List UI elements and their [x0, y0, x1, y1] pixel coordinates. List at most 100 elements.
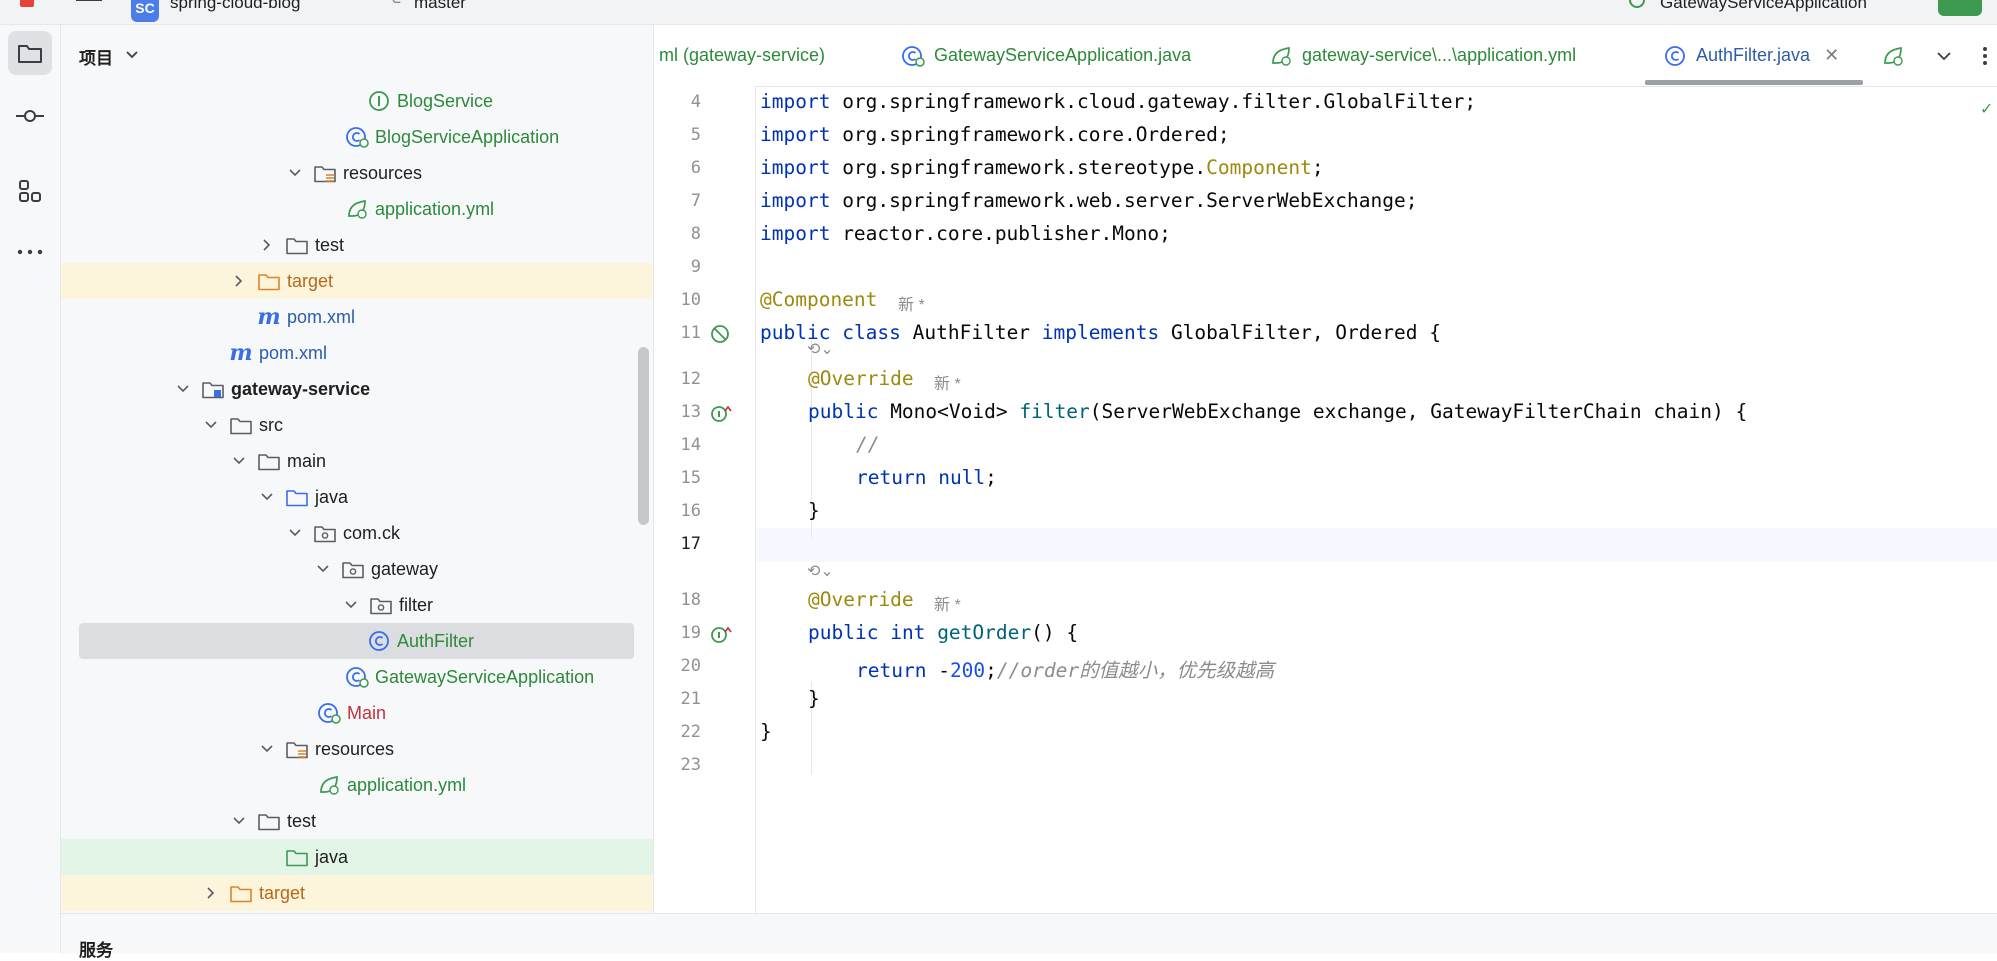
- chevron-right-icon[interactable]: [203, 885, 219, 901]
- tree-item-label: com.ck: [343, 522, 401, 543]
- code-text: org.springframework.stereotype.: [830, 156, 1207, 179]
- close-icon[interactable]: ✕: [1824, 45, 1839, 66]
- project-badge[interactable]: SC: [131, 0, 159, 22]
- code-area[interactable]: import org.springframework.cloud.gateway…: [755, 86, 1997, 913]
- tree-item-resources[interactable]: resources: [61, 155, 653, 191]
- chevron-down-icon[interactable]: [259, 741, 275, 757]
- chevron-right-icon[interactable]: [231, 273, 247, 289]
- keyword: import: [760, 222, 831, 245]
- tree-item-target[interactable]: target: [61, 263, 653, 299]
- tree-item-com-ck[interactable]: com.ck: [61, 515, 653, 551]
- chevron-down-icon[interactable]: [231, 813, 247, 829]
- project-panel-scrollbar[interactable]: [638, 347, 649, 525]
- tree-item-pom-xml[interactable]: m pom.xml: [61, 335, 653, 371]
- line-number: 6: [690, 158, 701, 178]
- chevron-down-icon[interactable]: [315, 561, 331, 577]
- project-tool-button[interactable]: [8, 31, 52, 75]
- tree-item-label: resources: [315, 738, 395, 759]
- main-menu-icon[interactable]: [76, 0, 102, 14]
- tab-label: GatewayServiceApplication.java: [934, 45, 1192, 65]
- tree-item-application-yml[interactable]: application.yml: [61, 767, 653, 803]
- author-inlay-hint[interactable]: 新 *: [898, 291, 925, 315]
- code-line-12: @Override: [808, 367, 914, 390]
- tree-item-pom-xml[interactable]: m pom.xml: [61, 299, 653, 335]
- tree-item-blogservice[interactable]: BlogService: [61, 83, 653, 119]
- tree-item-gateway-service[interactable]: gateway-service: [61, 371, 653, 407]
- keyword: public: [808, 621, 879, 644]
- keyword: import: [760, 123, 831, 146]
- tree-item-label: pom.xml: [259, 342, 328, 363]
- tree-item-resources[interactable]: resources: [61, 731, 653, 767]
- interface-icon: [367, 90, 391, 112]
- code-vision-icon[interactable]: ⟲⌄: [807, 339, 834, 359]
- code-line-20: return -200;//order的值越小，优先级越高: [856, 654, 1274, 683]
- more-tool-button[interactable]: [8, 230, 52, 274]
- author-inlay-hint[interactable]: 新 *: [934, 591, 961, 615]
- code-text: ;: [985, 466, 997, 489]
- chevron-down-icon[interactable]: [203, 417, 219, 433]
- blue-folder-icon: [285, 486, 309, 508]
- chevron-down-icon[interactable]: [175, 381, 191, 397]
- implements-method-icon[interactable]: [710, 403, 732, 430]
- branch-name[interactable]: master: [414, 0, 466, 13]
- author-inlay-hint[interactable]: 新 *: [934, 370, 961, 394]
- tree-item-target[interactable]: target: [61, 875, 653, 911]
- tree-item-test[interactable]: test: [61, 803, 653, 839]
- tree-item-test[interactable]: test: [61, 227, 653, 263]
- resources-folder-icon: [285, 738, 309, 760]
- services-panel-title[interactable]: 服务: [79, 936, 113, 961]
- tab-list-chevron-down-icon[interactable]: [1936, 25, 1952, 86]
- run-configuration-selector[interactable]: GatewayServiceApplication: [1660, 0, 1867, 13]
- tab-gateway-service-application[interactable]: GatewayServiceApplication.java: [900, 25, 1191, 86]
- tree-item-gateway[interactable]: gateway: [61, 551, 653, 587]
- tree-item-java[interactable]: java: [61, 839, 653, 875]
- tab-gateway-pom[interactable]: ml (gateway-service): [659, 25, 825, 86]
- commit-tool-button[interactable]: [8, 94, 52, 138]
- code-line-5: import org.springframework.core.Ordered;: [760, 123, 1230, 146]
- more-icon: [17, 249, 43, 255]
- tree-item-blogserviceapplication[interactable]: BlogServiceApplication: [61, 119, 653, 155]
- code-vision-icon[interactable]: ⟲⌄: [807, 561, 834, 581]
- spring-class-icon: [345, 666, 369, 688]
- code-text: ;: [985, 659, 997, 682]
- code-line-22: }: [760, 720, 772, 743]
- project-panel-title[interactable]: 项目: [79, 44, 113, 69]
- tree-item-authfilter[interactable]: AuthFilter: [79, 623, 634, 659]
- tree-item-filter[interactable]: filter: [61, 587, 653, 623]
- line-number: 22: [680, 722, 701, 742]
- tree-item-label: java: [315, 486, 349, 507]
- keyword: null: [938, 466, 986, 489]
- chevron-down-icon[interactable]: [259, 489, 275, 505]
- tree-item-java[interactable]: java: [61, 479, 653, 515]
- app-logo-icon[interactable]: [20, 0, 34, 12]
- code-text: ;: [1311, 156, 1324, 179]
- tab-authfilter[interactable]: AuthFilter.java ✕: [1662, 25, 1839, 86]
- annotation-text: @Override: [808, 588, 914, 611]
- no-bean-icon[interactable]: [710, 324, 732, 351]
- tree-item-label: filter: [399, 594, 434, 615]
- active-tab-indicator: [1645, 80, 1863, 85]
- run-button[interactable]: [1938, 0, 1982, 16]
- tree-item-main[interactable]: Main: [61, 695, 653, 731]
- tree-item-label: target: [287, 270, 334, 291]
- code-text: org.springframework.web.server.ServerWeb…: [830, 189, 1418, 212]
- tab-overflow-partial[interactable]: [1880, 25, 1914, 86]
- tab-application-yml[interactable]: gateway-service\...\application.yml: [1268, 25, 1576, 86]
- implements-method-icon[interactable]: [710, 624, 732, 651]
- chevron-down-icon[interactable]: [287, 165, 303, 181]
- chevron-down-icon[interactable]: [231, 453, 247, 469]
- chevron-right-icon[interactable]: [259, 237, 275, 253]
- project-name[interactable]: spring-cloud-blog: [170, 0, 300, 13]
- tree-item-src[interactable]: src: [61, 407, 653, 443]
- chevron-down-icon[interactable]: [287, 525, 303, 541]
- chevron-down-icon[interactable]: [343, 597, 359, 613]
- keyword: return: [856, 466, 927, 489]
- chevron-down-icon[interactable]: [125, 47, 139, 65]
- tab-more-icon[interactable]: [1982, 25, 1988, 86]
- code-line-19: public int getOrder() {: [808, 621, 1078, 644]
- structure-tool-button[interactable]: [8, 169, 52, 213]
- tree-item-gatewayserviceapplication[interactable]: GatewayServiceApplication: [61, 659, 653, 695]
- tree-item-main[interactable]: main: [61, 443, 653, 479]
- tree-item-application-yml[interactable]: application.yml: [61, 191, 653, 227]
